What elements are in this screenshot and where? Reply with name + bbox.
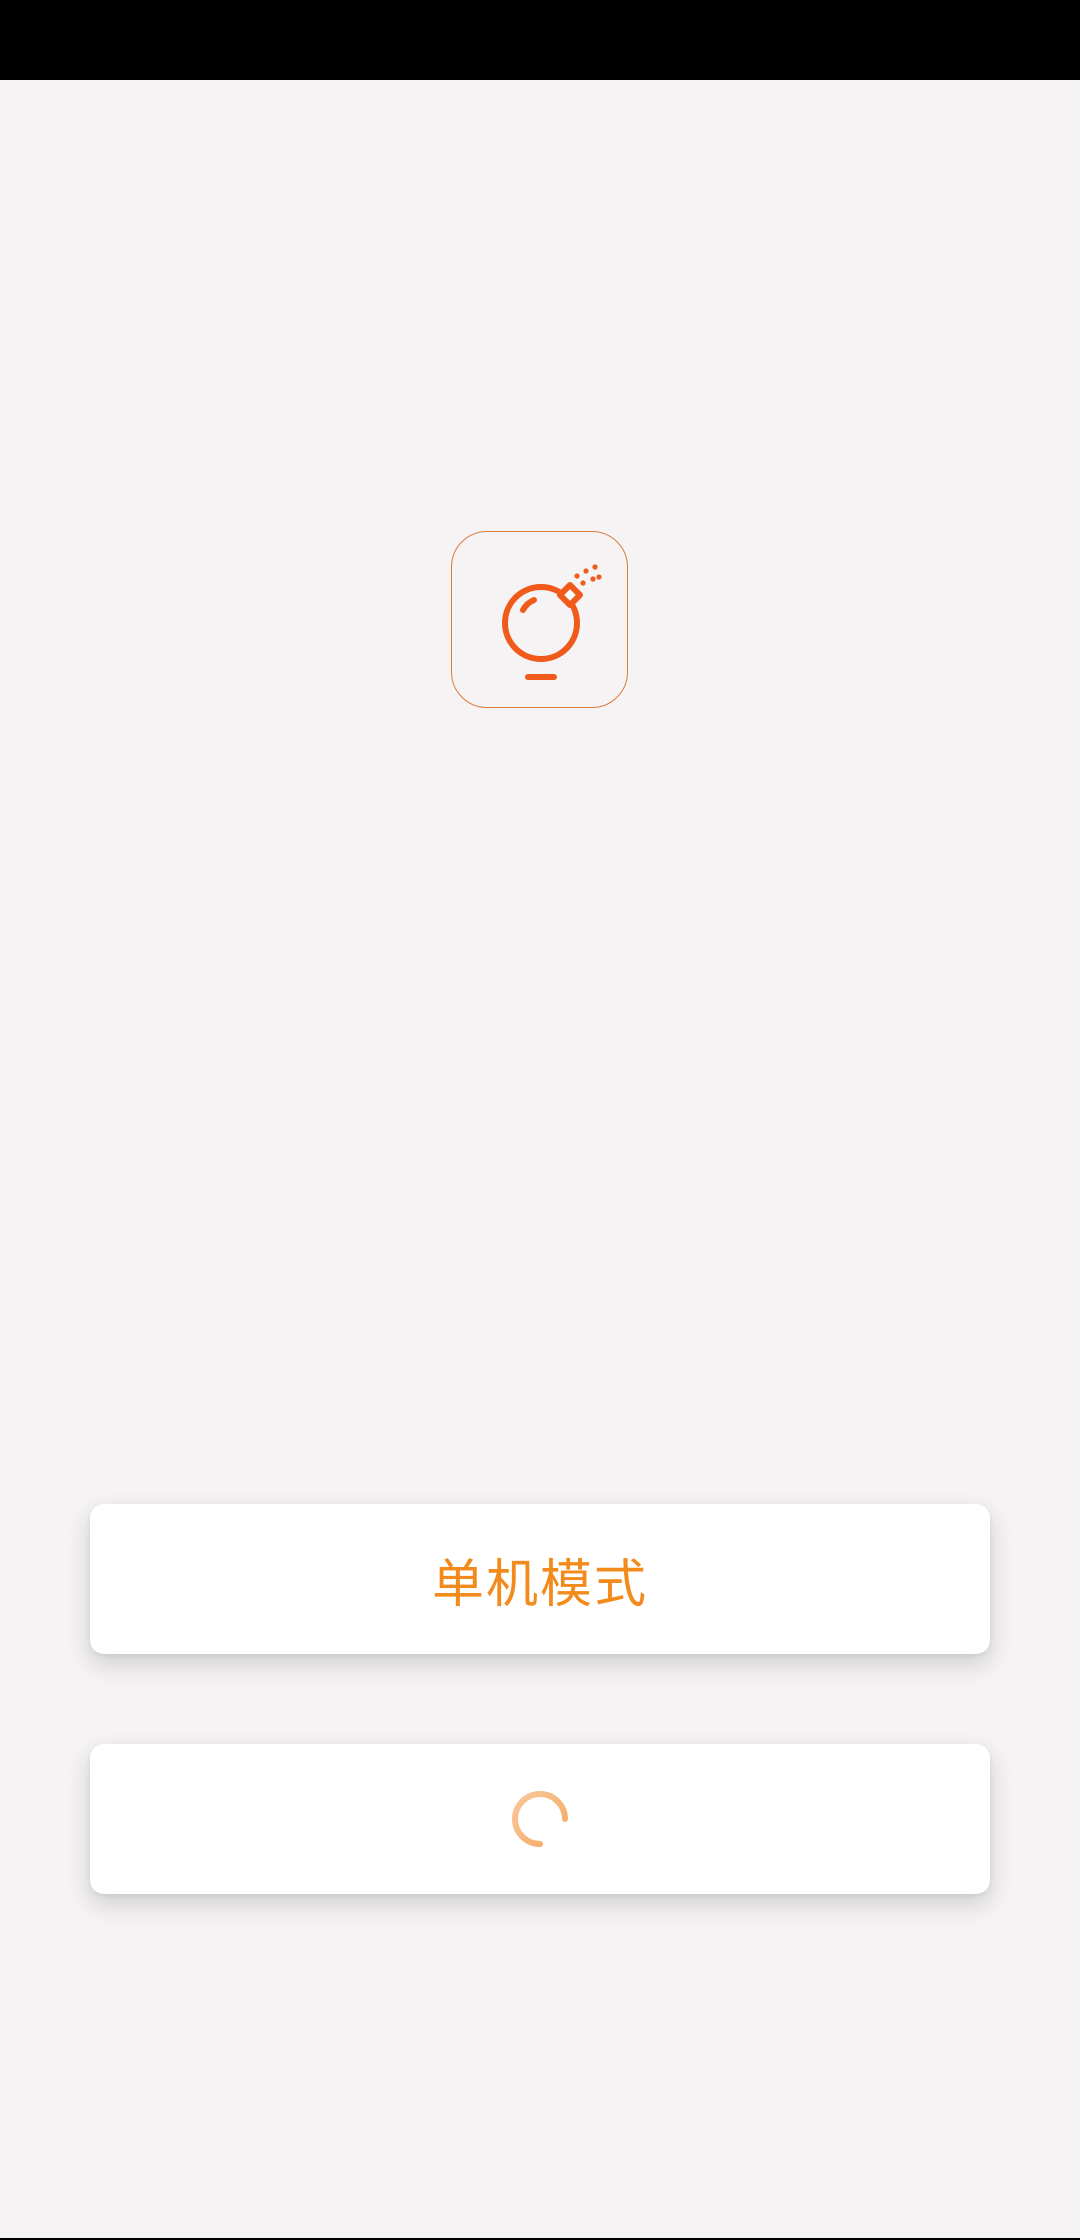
loading-button[interactable] [90, 1744, 990, 1894]
standalone-mode-label: 单机模式 [431, 1554, 648, 1615]
app-logo [451, 531, 628, 708]
bomb-icon [502, 564, 602, 680]
status-bar [0, 0, 1080, 80]
standalone-mode-button[interactable]: 单机模式 [90, 1504, 990, 1654]
spinner-icon [512, 1791, 568, 1847]
